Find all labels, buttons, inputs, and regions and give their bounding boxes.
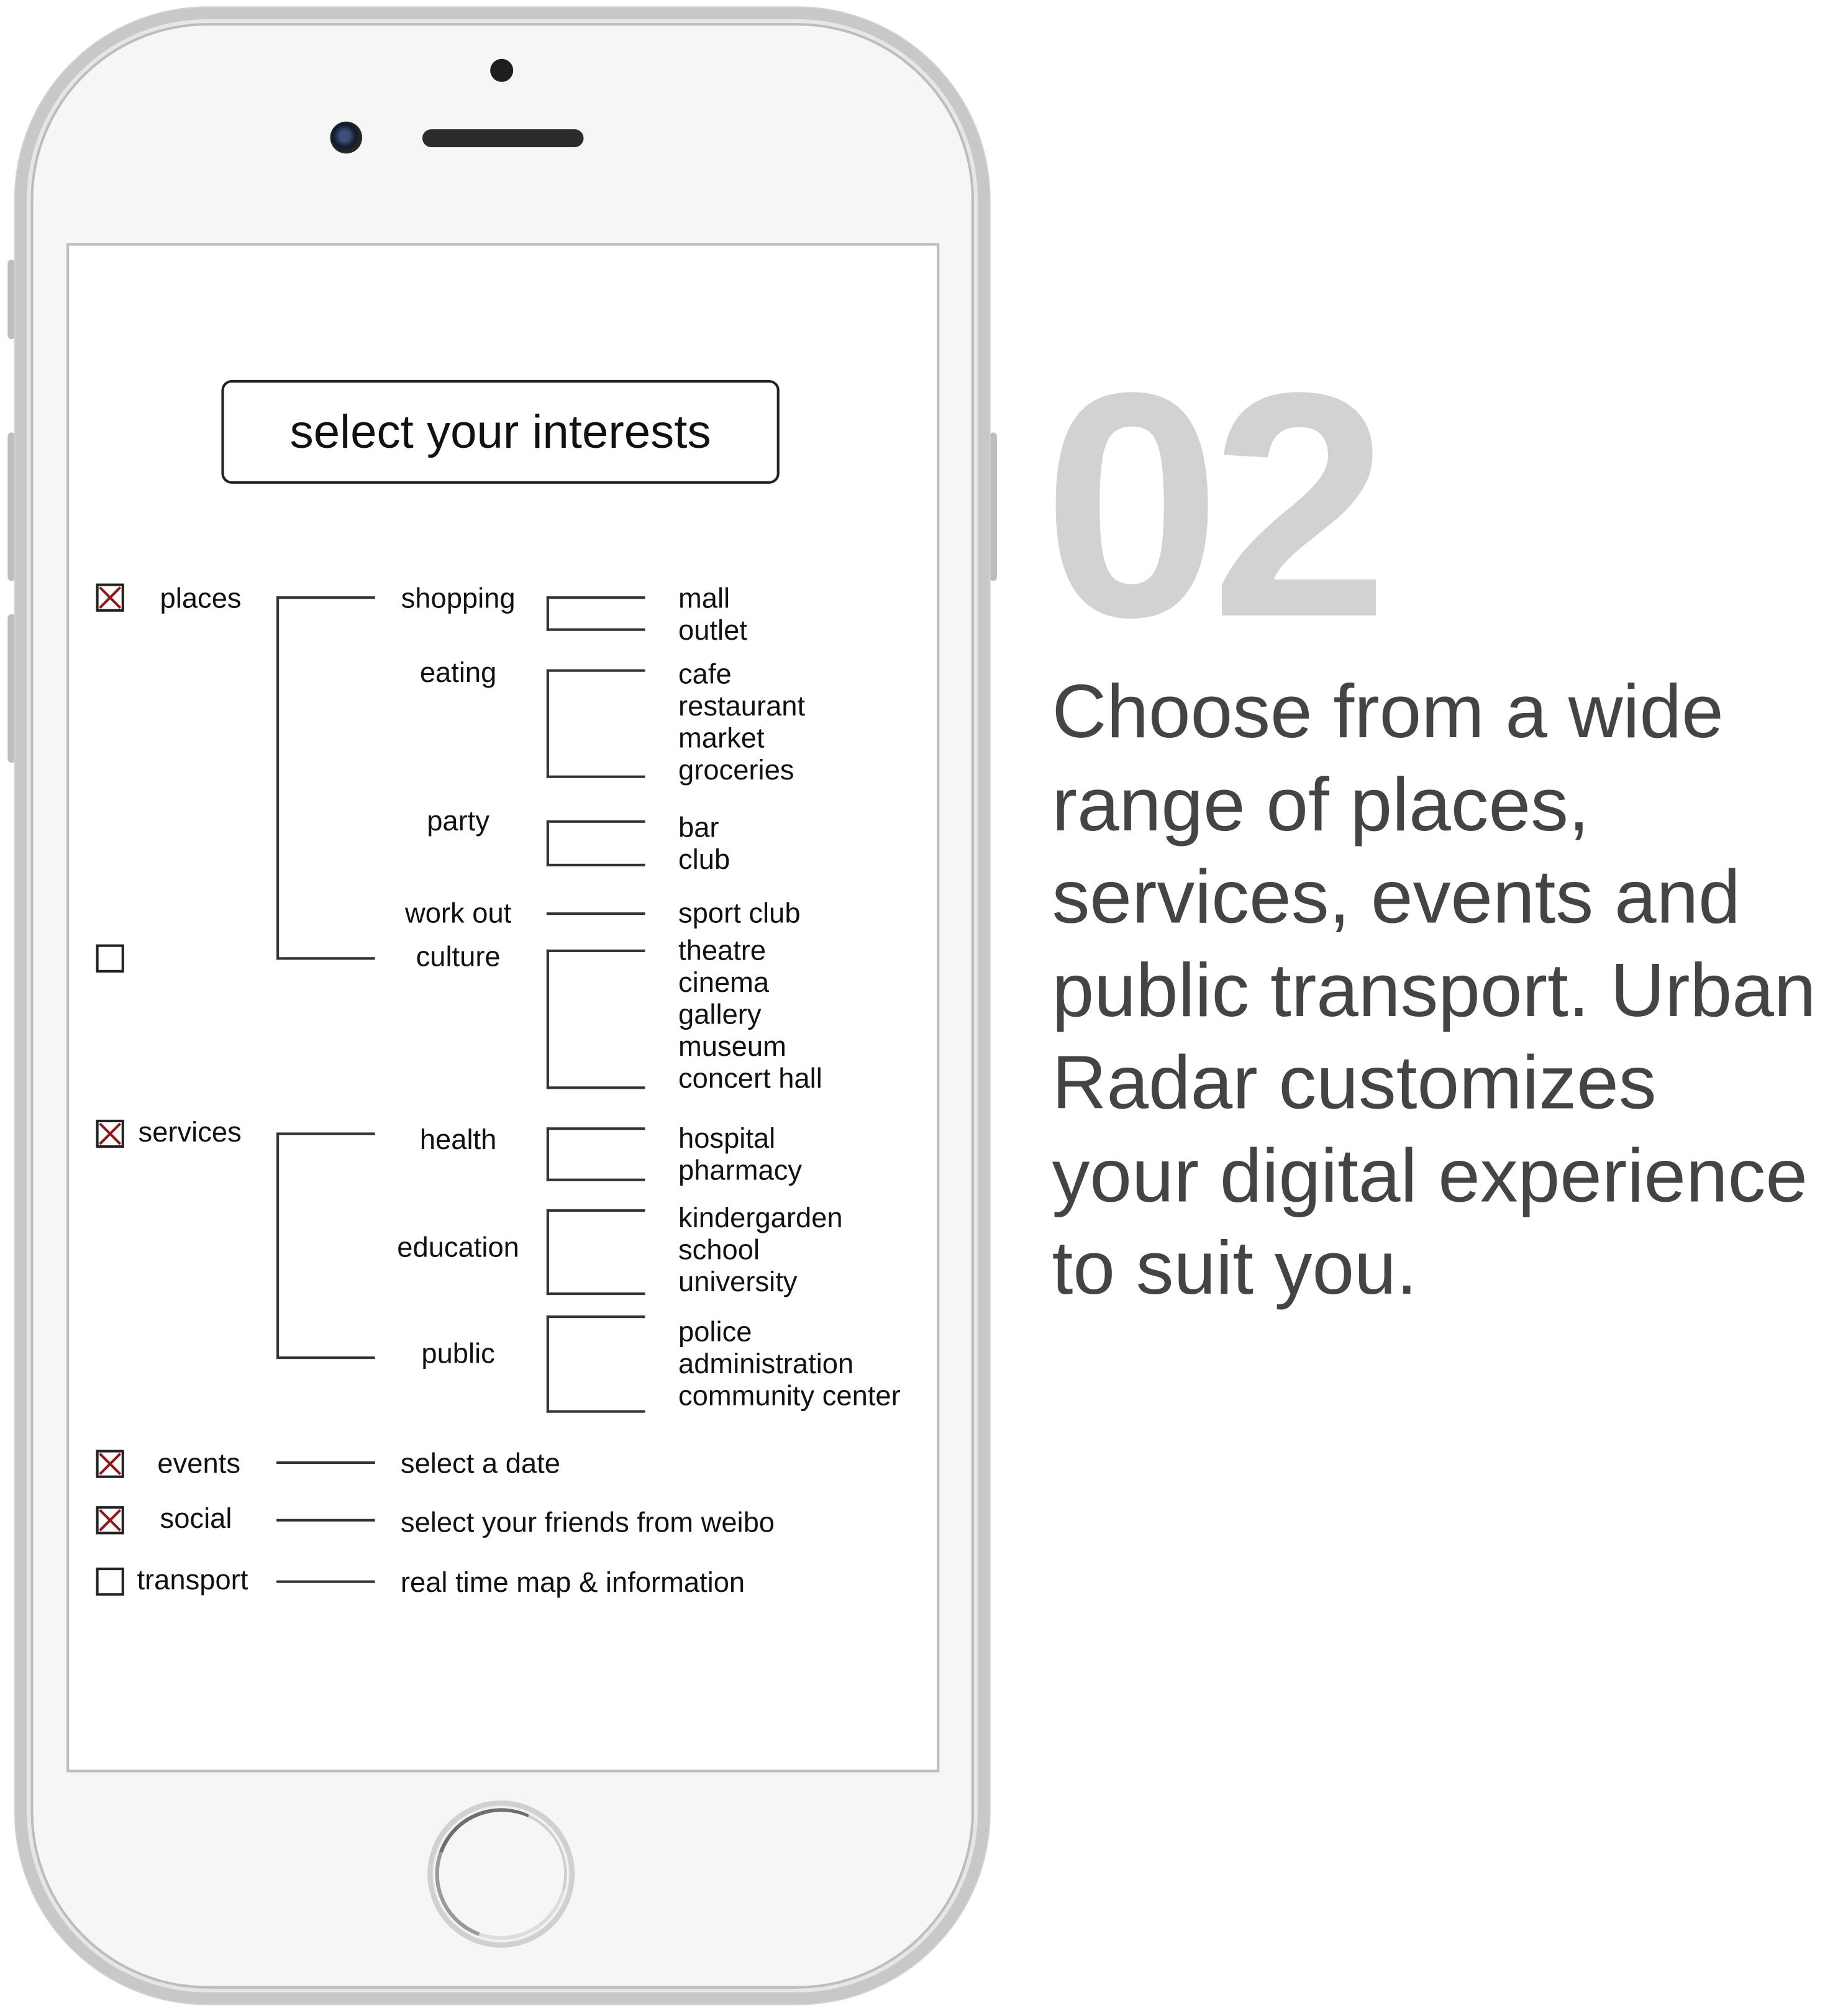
- transport-connector: [276, 1580, 375, 1583]
- subcategory-eating[interactable]: eating: [381, 656, 535, 689]
- education-bracket-bottom: [546, 1292, 645, 1296]
- power-button: [989, 432, 998, 581]
- health-bracket-vertical: [546, 1127, 549, 1181]
- shopping-bracket-top: [546, 596, 645, 599]
- party-bracket-bottom: [546, 863, 645, 866]
- checkbox-events[interactable]: [96, 1450, 124, 1478]
- public-bracket-bottom: [546, 1410, 645, 1413]
- eating-bracket-vertical: [546, 669, 549, 778]
- public-bracket-top: [546, 1315, 645, 1319]
- item-market[interactable]: market: [678, 722, 765, 754]
- health-bracket-top: [546, 1127, 645, 1130]
- checkbox-services[interactable]: [96, 1119, 124, 1148]
- checkbox-transport[interactable]: [96, 1567, 124, 1596]
- item-sport-club[interactable]: sport club: [678, 897, 801, 929]
- check-x-icon: [99, 1122, 122, 1145]
- checkbox-social[interactable]: [96, 1506, 124, 1535]
- proximity-sensor: [490, 58, 514, 82]
- home-button[interactable]: [427, 1800, 575, 1948]
- step-number: 02: [1043, 326, 1388, 684]
- shopping-bracket-vertical: [546, 596, 549, 631]
- shopping-bracket-bottom: [546, 628, 645, 631]
- select-date-link[interactable]: select a date: [401, 1447, 560, 1479]
- subcategory-shopping[interactable]: shopping: [381, 582, 535, 614]
- events-connector: [276, 1461, 375, 1464]
- category-label-services: services: [138, 1115, 242, 1148]
- page-title: select your interests: [221, 379, 780, 484]
- promo-description: Choose from a wide range of places, serv…: [1052, 669, 1816, 1310]
- item-pharmacy[interactable]: pharmacy: [678, 1154, 802, 1186]
- places-bracket-vertical: [276, 596, 280, 960]
- check-x-icon: [99, 1509, 122, 1532]
- culture-bracket-vertical: [546, 949, 549, 1089]
- category-label-events: events: [157, 1447, 241, 1479]
- checkbox-culture[interactable]: [96, 944, 124, 973]
- services-bracket-top: [276, 1132, 375, 1135]
- item-police[interactable]: police: [678, 1315, 752, 1348]
- item-kindergarden[interactable]: kindergarden: [678, 1202, 843, 1234]
- eating-bracket-bottom: [546, 775, 645, 778]
- subcategory-party[interactable]: party: [381, 805, 535, 837]
- education-bracket-top: [546, 1209, 645, 1212]
- social-connector: [276, 1519, 375, 1522]
- item-concert-hall[interactable]: concert hall: [678, 1062, 822, 1094]
- party-bracket-top: [546, 820, 645, 823]
- item-outlet[interactable]: outlet: [678, 614, 747, 647]
- earpiece-speaker: [422, 129, 584, 147]
- services-bracket-vertical: [276, 1132, 280, 1360]
- subcategory-culture[interactable]: culture: [381, 940, 535, 973]
- category-label-social: social: [160, 1502, 232, 1535]
- subcategory-public[interactable]: public: [381, 1337, 535, 1369]
- item-cinema[interactable]: cinema: [678, 966, 769, 999]
- eating-bracket-top: [546, 669, 645, 672]
- places-bracket-bottom: [276, 957, 375, 960]
- health-bracket-bottom: [546, 1178, 645, 1181]
- places-bracket-top: [276, 596, 375, 599]
- item-restaurant[interactable]: restaurant: [678, 690, 805, 722]
- subcategory-education[interactable]: education: [381, 1231, 535, 1263]
- front-camera-icon: [330, 121, 363, 154]
- item-school[interactable]: school: [678, 1233, 760, 1266]
- item-mall[interactable]: mall: [678, 582, 730, 614]
- category-label-places: places: [160, 582, 242, 614]
- mute-switch: [7, 260, 16, 340]
- services-bracket-bottom: [276, 1356, 375, 1360]
- item-hospital[interactable]: hospital: [678, 1122, 775, 1155]
- item-bar[interactable]: bar: [678, 811, 719, 843]
- check-x-icon: [99, 586, 122, 609]
- item-cafe[interactable]: cafe: [678, 658, 732, 690]
- item-club[interactable]: club: [678, 843, 730, 876]
- culture-bracket-bottom: [546, 1086, 645, 1089]
- select-friends-link[interactable]: select your friends from weibo: [401, 1506, 775, 1538]
- public-bracket-vertical: [546, 1315, 549, 1413]
- volume-down-button: [7, 614, 16, 763]
- check-x-icon: [99, 1453, 122, 1476]
- volume-up-button: [7, 432, 16, 581]
- culture-bracket-top: [546, 949, 645, 952]
- item-gallery[interactable]: gallery: [678, 998, 762, 1030]
- item-community-center[interactable]: community center: [678, 1379, 901, 1412]
- education-bracket-vertical: [546, 1209, 549, 1296]
- item-university[interactable]: university: [678, 1266, 797, 1298]
- item-groceries[interactable]: groceries: [678, 754, 794, 786]
- item-museum[interactable]: museum: [678, 1030, 786, 1063]
- subcategory-health[interactable]: health: [381, 1124, 535, 1156]
- category-label-transport: transport: [137, 1563, 248, 1596]
- party-bracket-vertical: [546, 820, 549, 866]
- item-theatre[interactable]: theatre: [678, 934, 766, 966]
- checkbox-places[interactable]: [96, 583, 124, 612]
- item-administration[interactable]: administration: [678, 1348, 853, 1380]
- subcategory-work-out[interactable]: work out: [381, 897, 535, 929]
- real-time-map-link[interactable]: real time map & information: [401, 1566, 745, 1599]
- work-out-connector: [546, 912, 645, 915]
